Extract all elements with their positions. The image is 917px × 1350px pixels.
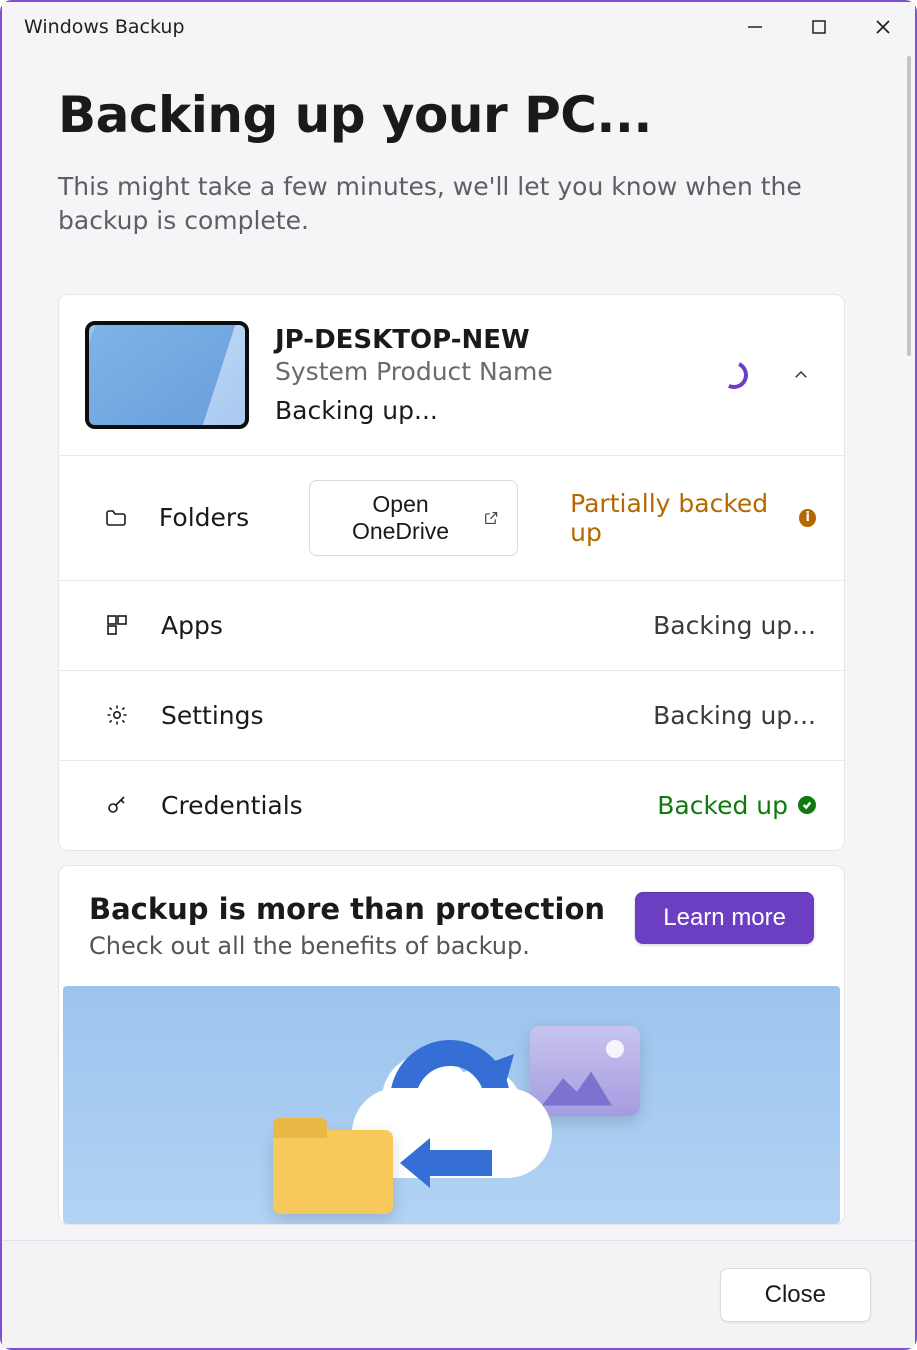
- category-label: Apps: [161, 611, 223, 640]
- check-badge-icon: [798, 796, 816, 814]
- maximize-icon: [811, 19, 827, 35]
- chevron-up-icon: [792, 366, 810, 384]
- device-wallpaper-thumb: [85, 321, 249, 429]
- footer: Close: [2, 1240, 915, 1348]
- external-link-icon: [483, 509, 499, 527]
- category-row-folders: Folders Open OneDrive Partially backed u…: [59, 455, 844, 580]
- main-scroll-area[interactable]: Backing up your PC... This might take a …: [2, 52, 901, 1240]
- close-button[interactable]: Close: [720, 1268, 871, 1322]
- close-icon: [875, 19, 891, 35]
- apps-icon: [103, 613, 131, 637]
- promo-subtitle: Check out all the benefits of backup.: [89, 932, 615, 960]
- category-status-folders: Partially backed up i: [570, 489, 816, 547]
- learn-more-button[interactable]: Learn more: [635, 892, 814, 944]
- page-subtitle: This might take a few minutes, we'll let…: [58, 170, 845, 238]
- minimize-button[interactable]: [723, 2, 787, 52]
- open-onedrive-button[interactable]: Open OneDrive: [309, 480, 518, 556]
- category-label: Credentials: [161, 791, 303, 820]
- category-status-settings: Backing up...: [653, 701, 816, 730]
- spinner-icon: [716, 357, 752, 393]
- window-title: Windows Backup: [24, 16, 185, 38]
- category-row-credentials: Credentials Backed up: [59, 760, 844, 850]
- page-title: Backing up your PC...: [58, 86, 845, 144]
- promo-illustration: [63, 986, 840, 1224]
- category-label: Folders: [159, 503, 249, 532]
- key-icon: [103, 793, 131, 817]
- device-status: Backing up...: [275, 396, 694, 425]
- window-close-button[interactable]: [851, 2, 915, 52]
- promo-title: Backup is more than protection: [89, 892, 615, 926]
- folder-tile-icon: [273, 1130, 393, 1214]
- device-name: JP-DESKTOP-NEW: [275, 325, 694, 355]
- title-bar: Windows Backup: [2, 2, 915, 52]
- category-row-settings: Settings Backing up...: [59, 670, 844, 760]
- folder-icon: [103, 506, 129, 530]
- gear-icon: [103, 703, 131, 727]
- promo-card: Backup is more than protection Check out…: [58, 865, 845, 1225]
- minimize-icon: [747, 19, 763, 35]
- category-row-apps: Apps Backing up...: [59, 580, 844, 670]
- device-header-row[interactable]: JP-DESKTOP-NEW System Product Name Backi…: [59, 295, 844, 455]
- warning-badge-icon: i: [799, 509, 816, 527]
- device-model: System Product Name: [275, 357, 694, 386]
- category-status-apps: Backing up...: [653, 611, 816, 640]
- maximize-button[interactable]: [787, 2, 851, 52]
- category-label: Settings: [161, 701, 264, 730]
- open-onedrive-label: Open OneDrive: [328, 491, 473, 545]
- backup-status-card: JP-DESKTOP-NEW System Product Name Backi…: [58, 294, 845, 851]
- category-status-credentials: Backed up: [657, 791, 816, 820]
- collapse-toggle[interactable]: [786, 360, 816, 390]
- scrollbar[interactable]: [901, 52, 915, 1240]
